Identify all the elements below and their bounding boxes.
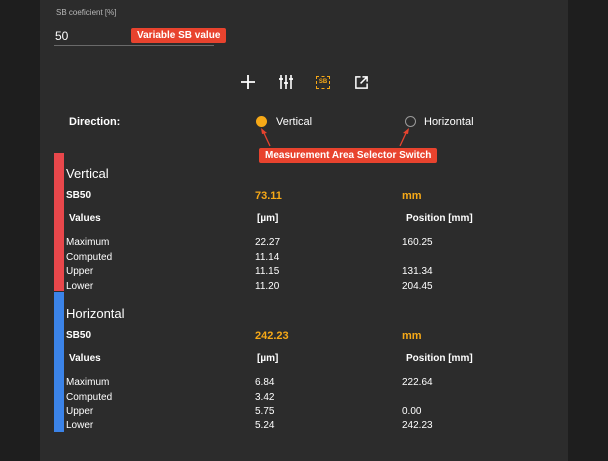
horizontal-section-title: Horizontal [66, 306, 125, 321]
vertical-col-values: Values [69, 213, 101, 224]
vertical-row-pos: 131.34 [402, 266, 433, 277]
direction-label: Direction: [69, 116, 121, 128]
vertical-row-um: 11.15 [255, 266, 280, 277]
horizontal-sb-unit: mm [402, 330, 422, 342]
horizontal-col-position: Position [mm] [406, 353, 473, 364]
vertical-row-pos: 204.45 [402, 281, 433, 292]
vertical-row-label: Maximum [66, 237, 110, 248]
horizontal-row-um: 5.75 [255, 406, 275, 417]
horizontal-row-label: Maximum [66, 377, 110, 388]
vertical-col-um: [µm] [257, 213, 279, 224]
open-external-icon[interactable] [351, 72, 371, 92]
vertical-row-um: 11.20 [255, 281, 280, 292]
vertical-col-position: Position [mm] [406, 213, 473, 224]
vertical-row-um: 11.14 [255, 252, 280, 263]
vertical-sb-label: SB50 [66, 190, 92, 201]
vertical-row-label: Lower [66, 281, 94, 292]
horizontal-row-pos: 242.23 [402, 420, 433, 431]
horizontal-radio[interactable] [405, 116, 416, 127]
main-panel [40, 0, 568, 461]
vertical-radio-label[interactable]: Vertical [276, 116, 312, 128]
measurement-area-callout: Measurement Area Selector Switch [259, 148, 438, 163]
horizontal-col-values: Values [69, 353, 101, 364]
sliders-icon[interactable] [276, 72, 296, 92]
horizontal-row-pos: 0.00 [402, 406, 422, 417]
sb-icon[interactable]: SB [313, 72, 333, 92]
horizontal-sb-label: SB50 [66, 330, 92, 341]
vertical-row-label: Upper [66, 266, 94, 277]
variable-sb-callout: Variable SB value [131, 28, 227, 43]
vertical-radio[interactable] [256, 116, 267, 127]
horizontal-row-label: Computed [66, 392, 113, 403]
horizontal-row-um: 5.24 [255, 420, 275, 431]
vertical-section-title: Vertical [66, 166, 109, 181]
plus-icon[interactable] [238, 72, 258, 92]
callout-arrows [261, 128, 409, 147]
sb-coefficient-label: SB coeficient [%] [56, 8, 117, 17]
vertical-sb-unit: mm [402, 190, 422, 202]
horizontal-section-bar [54, 292, 64, 432]
horizontal-sb-value: 242.23 [255, 330, 289, 342]
vertical-row-um: 22.27 [255, 237, 281, 248]
horizontal-row-um: 3.42 [255, 392, 275, 403]
horizontal-row-um: 6.84 [255, 377, 275, 388]
vertical-row-pos: 160.25 [402, 237, 433, 248]
vertical-section-bar [54, 153, 64, 291]
horizontal-row-label: Lower [66, 420, 94, 431]
vertical-sb-value: 73.11 [255, 190, 282, 202]
horizontal-row-pos: 222.64 [402, 377, 433, 388]
horizontal-radio-label[interactable]: Horizontal [424, 116, 474, 128]
vertical-row-label: Computed [66, 252, 113, 263]
horizontal-row-label: Upper [66, 406, 94, 417]
sb-icon-text: SB [316, 75, 330, 89]
horizontal-col-um: [µm] [257, 353, 279, 364]
